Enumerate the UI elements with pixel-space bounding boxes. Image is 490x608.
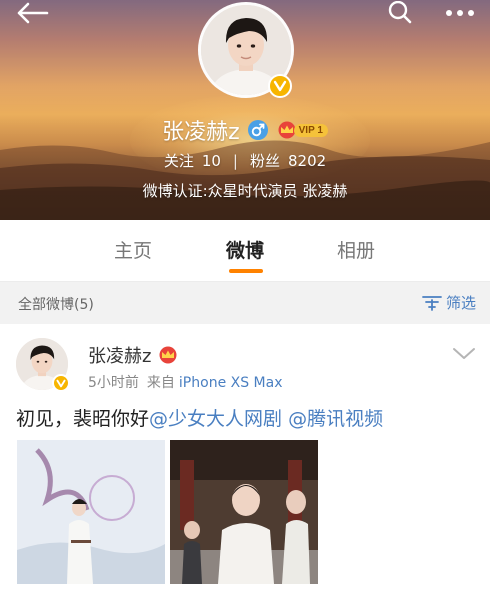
vip-badge[interactable]: VIP 1 (276, 120, 328, 140)
post-author-avatar[interactable] (16, 338, 70, 392)
following-label: 关注 (163, 152, 194, 170)
filter-bar: 全部微博(5) 筛选 (0, 282, 490, 324)
mention-link[interactable]: @少女大人网剧 (149, 408, 282, 430)
post-image[interactable] (170, 440, 318, 584)
verification-text: 微博认证:众星时代演员 张凌赫 (142, 182, 348, 200)
followers-stat[interactable]: 粉丝 8202 (250, 150, 326, 171)
tab-weibo[interactable]: 微博 (226, 236, 264, 266)
verified-badge (52, 374, 70, 392)
chevron-down-icon (453, 348, 475, 359)
profile-avatar[interactable] (198, 2, 294, 98)
drama-poster-image (17, 440, 165, 584)
post-text-plain: 初见，裴昭你好 (16, 408, 150, 430)
active-tab-indicator (229, 269, 263, 273)
post-menu-button[interactable] (452, 346, 476, 362)
tab-album[interactable]: 相册 (337, 236, 375, 266)
post-meta: 5小时前 来自 iPhone XS Max (88, 372, 283, 392)
post-time: 5小时前 (88, 375, 139, 391)
post-image[interactable] (17, 440, 165, 584)
post-source-prefix: 来自 (146, 375, 175, 391)
search-icon (388, 1, 412, 24)
post-author-row: 张凌赫z (88, 342, 179, 368)
following-stat[interactable]: 关注 10 (164, 150, 221, 171)
male-icon (251, 123, 265, 137)
followers-label: 粉丝 (249, 152, 280, 170)
search-button[interactable] (384, 0, 416, 26)
back-button[interactable] (10, 0, 54, 26)
profile-name-row: 张凌赫z VIP 1 (0, 114, 490, 146)
profile-stats: 关注 10 | 粉丝 8202 (0, 150, 490, 171)
drama-still-image (170, 440, 318, 584)
profile-name: 张凌赫z (162, 120, 240, 145)
crown-icon (159, 346, 177, 364)
filter-label: 筛选 (445, 294, 476, 312)
tab-home[interactable]: 主页 (114, 236, 152, 266)
more-button[interactable] (438, 0, 482, 26)
verified-v-icon (273, 80, 287, 92)
verified-badge (268, 74, 292, 98)
mention-link[interactable]: @腾讯视频 (288, 408, 383, 430)
post-author-name[interactable]: 张凌赫z (88, 342, 151, 368)
back-arrow-icon (17, 2, 49, 24)
post-device-link[interactable]: iPhone XS Max (179, 375, 283, 391)
stats-divider: | (232, 151, 238, 170)
gender-badge (247, 120, 268, 140)
all-weibo-count[interactable]: 全部微博(5) (18, 294, 94, 314)
more-dots-icon (446, 10, 474, 16)
filter-icon (422, 295, 442, 311)
following-count: 10 (201, 152, 221, 170)
post-text: 初见，裴昭你好@少女大人网剧 @腾讯视频 (16, 404, 383, 431)
weibo-post[interactable]: 张凌赫z 5小时前 来自 iPhone XS Max 初见，裴昭你好@少女大人网剧 … (0, 324, 490, 608)
followers-count: 8202 (288, 152, 327, 170)
vip-level-label: VIP 1 (293, 123, 328, 137)
verified-v-icon (56, 379, 66, 387)
filter-button[interactable]: 筛选 (422, 292, 476, 313)
profile-tabs: 主页 微博 相册 (0, 220, 490, 282)
